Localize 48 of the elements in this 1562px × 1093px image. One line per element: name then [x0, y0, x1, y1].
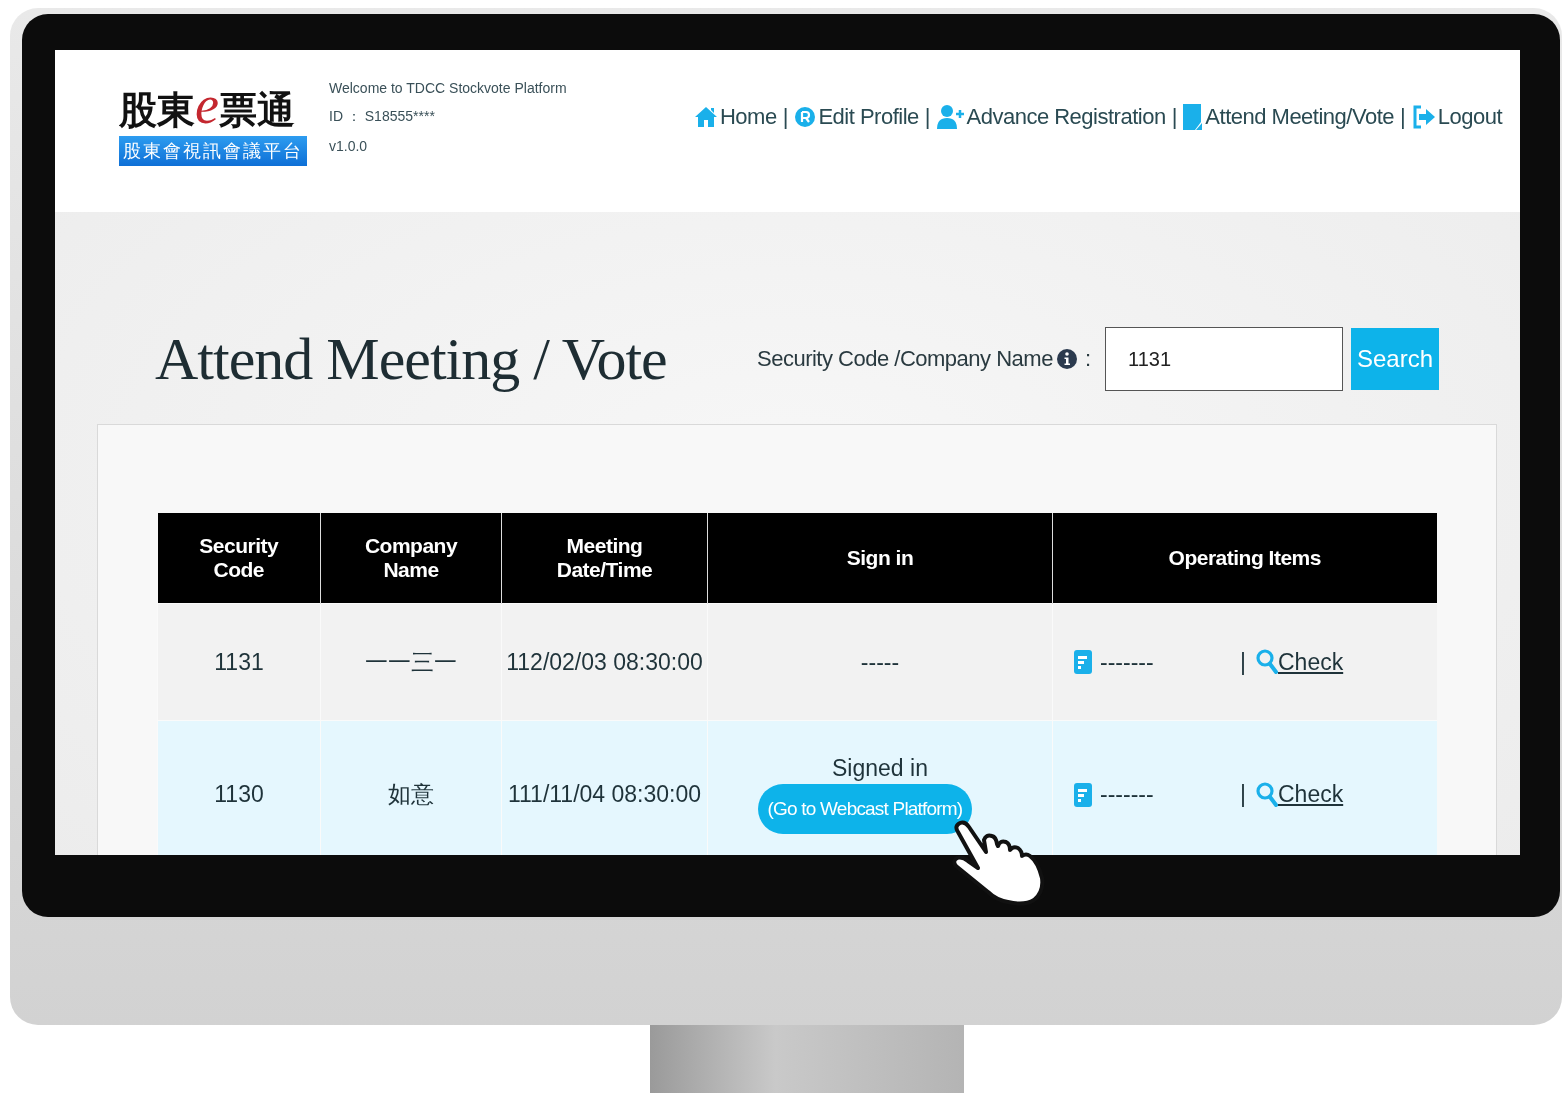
sign-in-status: Signed in: [832, 755, 928, 783]
search-field[interactable]: 1131: [1105, 327, 1343, 391]
home-icon: [694, 105, 718, 129]
sign-in-status: -----: [860, 648, 900, 675]
badge-icon: [794, 105, 817, 129]
table-cell: 112/02/03 08:30:00: [506, 648, 703, 675]
user-id: ID ： S18555****: [329, 108, 436, 126]
search-icon: [1256, 781, 1278, 808]
search-icon: [1256, 649, 1278, 675]
status-text: -------: [1100, 648, 1155, 676]
logo-subtitle: 股東會視訊會議平台: [119, 136, 307, 166]
table-row[interactable]: 1131 一一三一 112/02/03 08:30:00 ----- ------- | Check: [157, 603, 1437, 721]
column-header: Sign in: [707, 513, 1053, 604]
table-cell: 1130: [214, 781, 264, 808]
check-link[interactable]: Check: [1278, 648, 1344, 676]
document-icon: [1074, 782, 1092, 807]
separator-text: |: [1240, 648, 1246, 676]
column-header: Meeting Date/Time: [501, 513, 708, 604]
page-title: Attend Meeting / Vote: [155, 324, 667, 394]
column-header: Company Name: [320, 513, 502, 604]
nav-link[interactable]: Advance Registration: [936, 104, 1166, 130]
table-cell: 111/11/04 08:30:00: [507, 781, 702, 808]
nav-separator: |: [1400, 104, 1406, 130]
document-icon: [1183, 104, 1204, 130]
welcome-text: Welcome to TDCC Stockvote Platform: [329, 80, 567, 96]
column-header: Operating Items: [1052, 513, 1437, 604]
table-row[interactable]: 1130 如意 111/11/04 08:30:00 Signed in (Go to Webcast Platform) ------- | Check: [157, 720, 1437, 855]
table-cell: 一一三一: [365, 648, 457, 675]
nav-separator: |: [1171, 104, 1178, 130]
version-text: v1.0.0: [329, 138, 369, 154]
table-cell: 如意: [388, 781, 434, 808]
user-add-icon: [936, 104, 965, 130]
search-label: Security Code /Company Name: [757, 346, 1053, 372]
nav-link[interactable]: Edit Profile: [794, 104, 919, 130]
column-header: Security Code: [157, 513, 321, 604]
table-cell: 1131: [214, 648, 264, 675]
search-colon: :: [1084, 346, 1091, 372]
status-text: -------: [1100, 781, 1155, 809]
nav-link[interactable]: Home: [694, 104, 777, 130]
nav-link[interactable]: Attend Meeting/Vote: [1183, 104, 1394, 130]
check-link[interactable]: Check: [1278, 781, 1344, 809]
separator-text: |: [1240, 781, 1246, 809]
nav-separator: |: [924, 104, 931, 130]
logout-icon: [1411, 105, 1436, 129]
nav-separator: |: [782, 104, 789, 130]
nav-link[interactable]: Logout: [1411, 104, 1502, 130]
info-icon: [1056, 349, 1077, 369]
document-icon: [1074, 650, 1092, 674]
